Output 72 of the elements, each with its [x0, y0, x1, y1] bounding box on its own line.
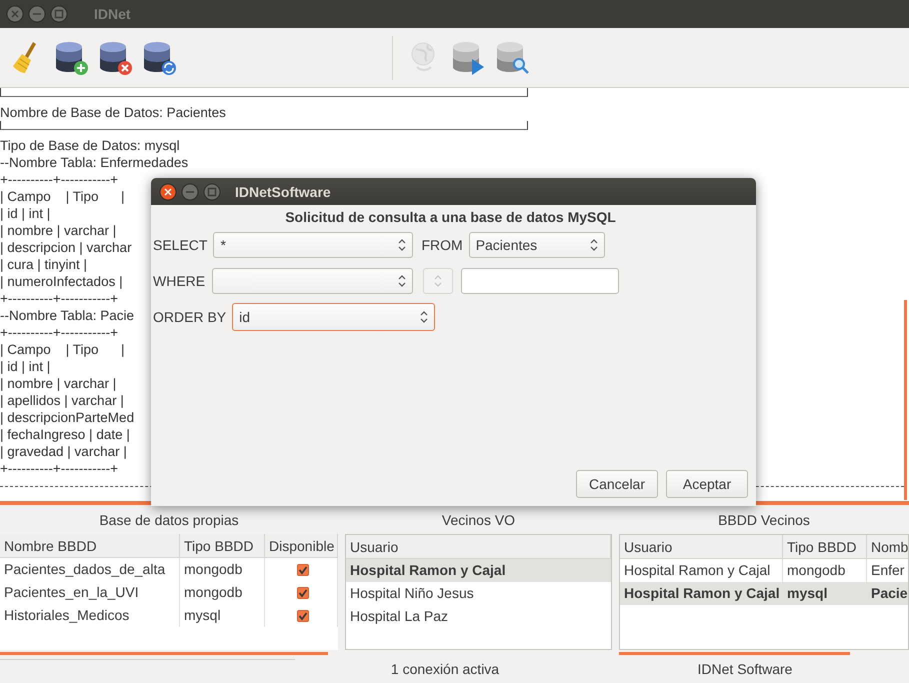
table-cell: mongodb [180, 581, 265, 604]
dialog-button[interactable]: Cancelar [576, 470, 658, 498]
console-line: | numeroInfectados | [0, 273, 124, 290]
close-icon[interactable] [157, 180, 179, 202]
console-line: | id | int | [0, 358, 50, 375]
console-line: | descripcionParteMed [0, 409, 134, 426]
panel-title: Vecinos VO [440, 511, 516, 530]
dropdown[interactable]: Pacientes [468, 232, 605, 258]
console-line: +----------+-----------+ [0, 460, 118, 477]
table-cell: Pacie [867, 582, 908, 605]
console-line: | fechaIngreso | date | [0, 426, 130, 443]
field-label: ORDER BY [153, 309, 226, 325]
console-line: | apellidos | varchar | [0, 392, 124, 409]
window-title: IDNet [94, 6, 131, 22]
maximize-icon[interactable] [48, 3, 70, 25]
checkbox[interactable] [297, 610, 309, 622]
console-line: | gravedad | varchar | [0, 443, 127, 460]
table-cell: Pacientes_dados_de_alta [0, 558, 180, 581]
field-label: WHERE [153, 273, 206, 289]
table-cell: Historiales_Medicos [0, 604, 180, 627]
checkbox[interactable] [297, 564, 309, 576]
dropdown[interactable]: * [213, 232, 414, 258]
console-line: +----------+-----------+ [0, 171, 118, 188]
console-line: | Campo | Tipo | [0, 188, 125, 205]
console-line: +----------+-----------+ [0, 290, 118, 307]
list-item[interactable]: Hospital Niño Jesus [346, 582, 611, 605]
input-field[interactable] [461, 268, 620, 294]
list-item[interactable]: Hospital Ramon y Cajal [346, 559, 611, 582]
panel-title: Base de datos propias [98, 511, 240, 530]
dropdown[interactable]: id [232, 303, 436, 331]
table-cell: mongodb [180, 558, 265, 581]
minimize-icon[interactable] [26, 3, 48, 25]
column-header[interactable]: Tipo BBDD [783, 535, 867, 559]
console-line: | nombre | varchar | [0, 222, 116, 239]
table-cell: Pacientes_en_la_UVI [0, 581, 180, 604]
column-header[interactable]: Disponible [265, 534, 338, 558]
updown-icon [420, 310, 428, 324]
updown-icon [398, 238, 406, 252]
console-line: --Nombre Tabla: Enfermedades [0, 154, 188, 171]
column-header[interactable]: Nomb [867, 535, 908, 559]
table-cell: mysql [783, 582, 867, 605]
window-title: IDNetSoftware [235, 184, 331, 200]
dropdown[interactable] [212, 268, 414, 294]
console-line: | id | int | [0, 205, 50, 222]
console-line: | cura | tinyint | [0, 256, 88, 273]
checkbox[interactable] [297, 586, 309, 598]
console-line: | nombre | varchar | [0, 375, 116, 392]
console-line: Tipo de Base de Datos: mysql [0, 137, 180, 154]
column-header[interactable]: Nombre BBDD [0, 534, 180, 558]
updown-icon [398, 274, 406, 288]
field-label: FROM [421, 237, 463, 253]
console-line: | descripcion | varchar [0, 239, 132, 256]
status-text: IDNet Software [696, 661, 794, 677]
updown-icon [590, 238, 598, 252]
column-header[interactable]: Tipo BBDD [180, 534, 265, 558]
column-header[interactable]: Usuario [620, 535, 783, 559]
maximize-icon[interactable] [201, 180, 223, 202]
console-line: | Campo | Tipo | [0, 341, 125, 358]
column-header[interactable]: Usuario [346, 535, 611, 559]
status-text: 1 conexión activa [390, 661, 500, 677]
updown-icon [434, 274, 442, 288]
console-line: --Nombre Tabla: Pacie [0, 307, 134, 324]
list-item[interactable]: Hospital La Paz [346, 605, 611, 628]
table-cell: Hospital Ramon y Cajal [620, 582, 783, 605]
table-row[interactable]: Hospital Ramon y Cajal mysql Pacie [620, 582, 908, 605]
dialog-heading: Solicitud de consulta a una base de datos MySQL [284, 208, 617, 227]
console-line: +----------+-----------+ [0, 324, 118, 341]
table-cell: mysql [180, 604, 265, 627]
panel-title: BBDD Vecinos [717, 511, 811, 530]
dialog-button[interactable]: Aceptar [666, 470, 748, 498]
console-line: Nombre de Base de Datos: Pacientes [0, 104, 226, 121]
field-label: SELECT [153, 237, 208, 253]
